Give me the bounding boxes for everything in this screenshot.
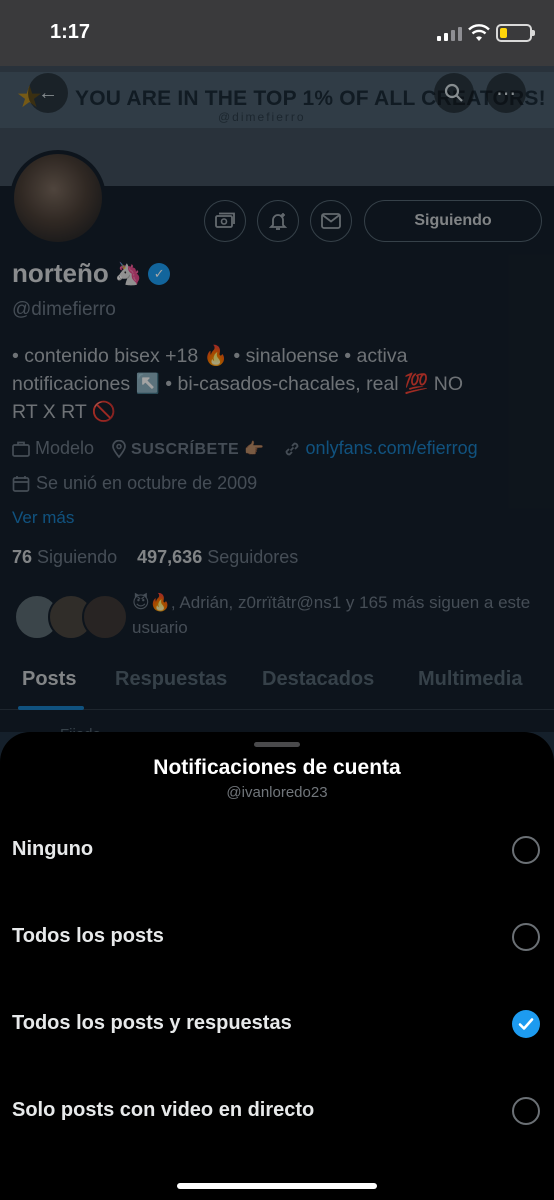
option-label: Solo posts con video en directo: [12, 1099, 315, 1121]
option-label: Todos los posts: [12, 925, 164, 947]
option-all-posts[interactable]: Todos los posts: [0, 907, 554, 967]
option-none[interactable]: Ninguno: [0, 820, 554, 880]
option-label: Ninguno: [12, 838, 94, 860]
option-label: Todos los posts y respuestas: [12, 1012, 292, 1034]
cellular-signal-icon: [437, 27, 463, 41]
home-indicator[interactable]: [177, 1183, 377, 1189]
account-notifications-sheet: Notificaciones de cuenta @ivanloredo23 N…: [0, 732, 554, 1200]
sheet-title: Notificaciones de cuenta: [153, 756, 401, 779]
wifi-icon: [468, 24, 490, 41]
radio-checked-icon[interactable]: [512, 1010, 540, 1038]
radio-unchecked-icon[interactable]: [512, 836, 540, 864]
radio-unchecked-icon[interactable]: [512, 923, 540, 951]
radio-unchecked-icon[interactable]: [512, 1097, 540, 1125]
status-bar: 1:17: [0, 0, 554, 66]
sheet-subtitle: @ivanloredo23: [226, 784, 328, 801]
status-time: 1:17: [50, 21, 91, 43]
sheet-grabber-handle[interactable]: [254, 742, 300, 747]
option-live-video-only[interactable]: Solo posts con video en directo: [0, 1081, 554, 1141]
modal-backdrop[interactable]: [0, 66, 554, 732]
option-all-posts-and-replies[interactable]: Todos los posts y respuestas: [0, 994, 554, 1054]
battery-icon: [496, 24, 535, 42]
